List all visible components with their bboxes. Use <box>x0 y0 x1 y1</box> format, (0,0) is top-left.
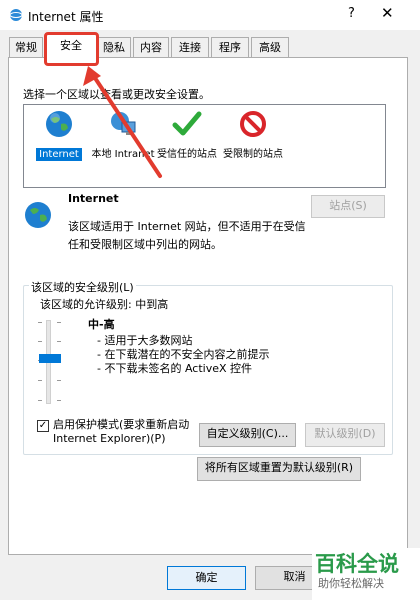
slider-tick <box>57 380 61 381</box>
tab-content[interactable]: 内容 <box>133 37 169 57</box>
close-button[interactable]: ✕ <box>381 4 394 22</box>
slider-tick <box>38 400 42 401</box>
tab-connections[interactable]: 连接 <box>171 37 209 57</box>
zone-list: Internet 本地 Intranet 受信任的站点 受限制的站点 <box>23 104 386 188</box>
slider-tick <box>57 322 61 323</box>
watermark-logo-text: 百科全说 <box>315 552 399 576</box>
blocked-icon <box>240 111 266 137</box>
zone-local-intranet[interactable]: 本地 Intranet <box>90 109 156 161</box>
level-point: - 适用于大多数网站 <box>97 334 193 347</box>
tab-advanced[interactable]: 高级 <box>251 37 289 57</box>
zone-restricted-sites[interactable]: 受限制的站点 <box>220 109 286 161</box>
sites-button[interactable]: 站点(S) <box>311 195 385 218</box>
tab-privacy[interactable]: 隐私 <box>97 37 131 57</box>
zone-description: 该区域适用于 Internet 网站，但不适用于在受信任和受限制区域中列出的网站… <box>68 220 306 251</box>
allowed-levels-text: 该区域的允许级别: 中到高 <box>40 298 169 311</box>
level-point: - 不下载未签名的 ActiveX 控件 <box>97 362 253 375</box>
help-button[interactable]: ? <box>348 6 355 21</box>
tab-programs[interactable]: 程序 <box>211 37 249 57</box>
tab-general[interactable]: 常规 <box>9 37 43 57</box>
zone-internet[interactable]: Internet <box>26 109 92 161</box>
zone-restricted-sites-label: 受限制的站点 <box>223 149 283 160</box>
custom-level-button[interactable]: 自定义级别(C)... <box>199 423 296 447</box>
zone-internet-label: Internet <box>36 148 82 161</box>
highlight-annotation <box>44 32 99 66</box>
slider-tick <box>57 341 61 342</box>
protected-mode-checkbox[interactable]: ✓ <box>37 420 49 432</box>
slider-tick <box>38 322 42 323</box>
globe-icon <box>46 111 72 137</box>
default-level-button[interactable]: 默认级别(D) <box>305 423 385 447</box>
checkmark-icon <box>172 111 202 136</box>
window-title: Internet 属性 <box>28 10 104 24</box>
slider-tick <box>38 380 42 381</box>
reset-all-zones-button[interactable]: 将所有区域重置为默认级别(R) <box>197 457 361 481</box>
security-level-group-title: 该区域的安全级别(L) <box>29 279 136 295</box>
level-point: - 在下载潜在的不安全内容之前提示 <box>97 348 270 361</box>
slider-tick <box>57 400 61 401</box>
slider-tick <box>38 341 42 342</box>
zone-local-intranet-label: 本地 Intranet <box>91 149 155 160</box>
security-level-points: - 适用于大多数网站 - 在下载潜在的不安全内容之前提示 - 不下载未签名的 A… <box>97 334 269 376</box>
zone-trusted-sites[interactable]: 受信任的站点 <box>154 109 220 161</box>
zone-trusted-sites-label: 受信任的站点 <box>157 149 217 160</box>
intranet-icon <box>111 112 136 135</box>
ok-button[interactable]: 确定 <box>167 566 246 590</box>
protected-mode-label[interactable]: 启用保护模式(要求重新启动 Internet Explorer)(P) <box>53 418 193 446</box>
selected-zone-name: Internet <box>68 192 119 205</box>
zone-prompt: 选择一个区域以查看或更改安全设置。 <box>23 88 210 101</box>
watermark-slogan: 助你轻松解决 <box>318 577 384 590</box>
security-level-name: 中-高 <box>88 318 115 331</box>
globe-icon <box>25 202 51 228</box>
slider-thumb[interactable] <box>39 354 61 363</box>
ie-globe-icon <box>9 9 23 21</box>
